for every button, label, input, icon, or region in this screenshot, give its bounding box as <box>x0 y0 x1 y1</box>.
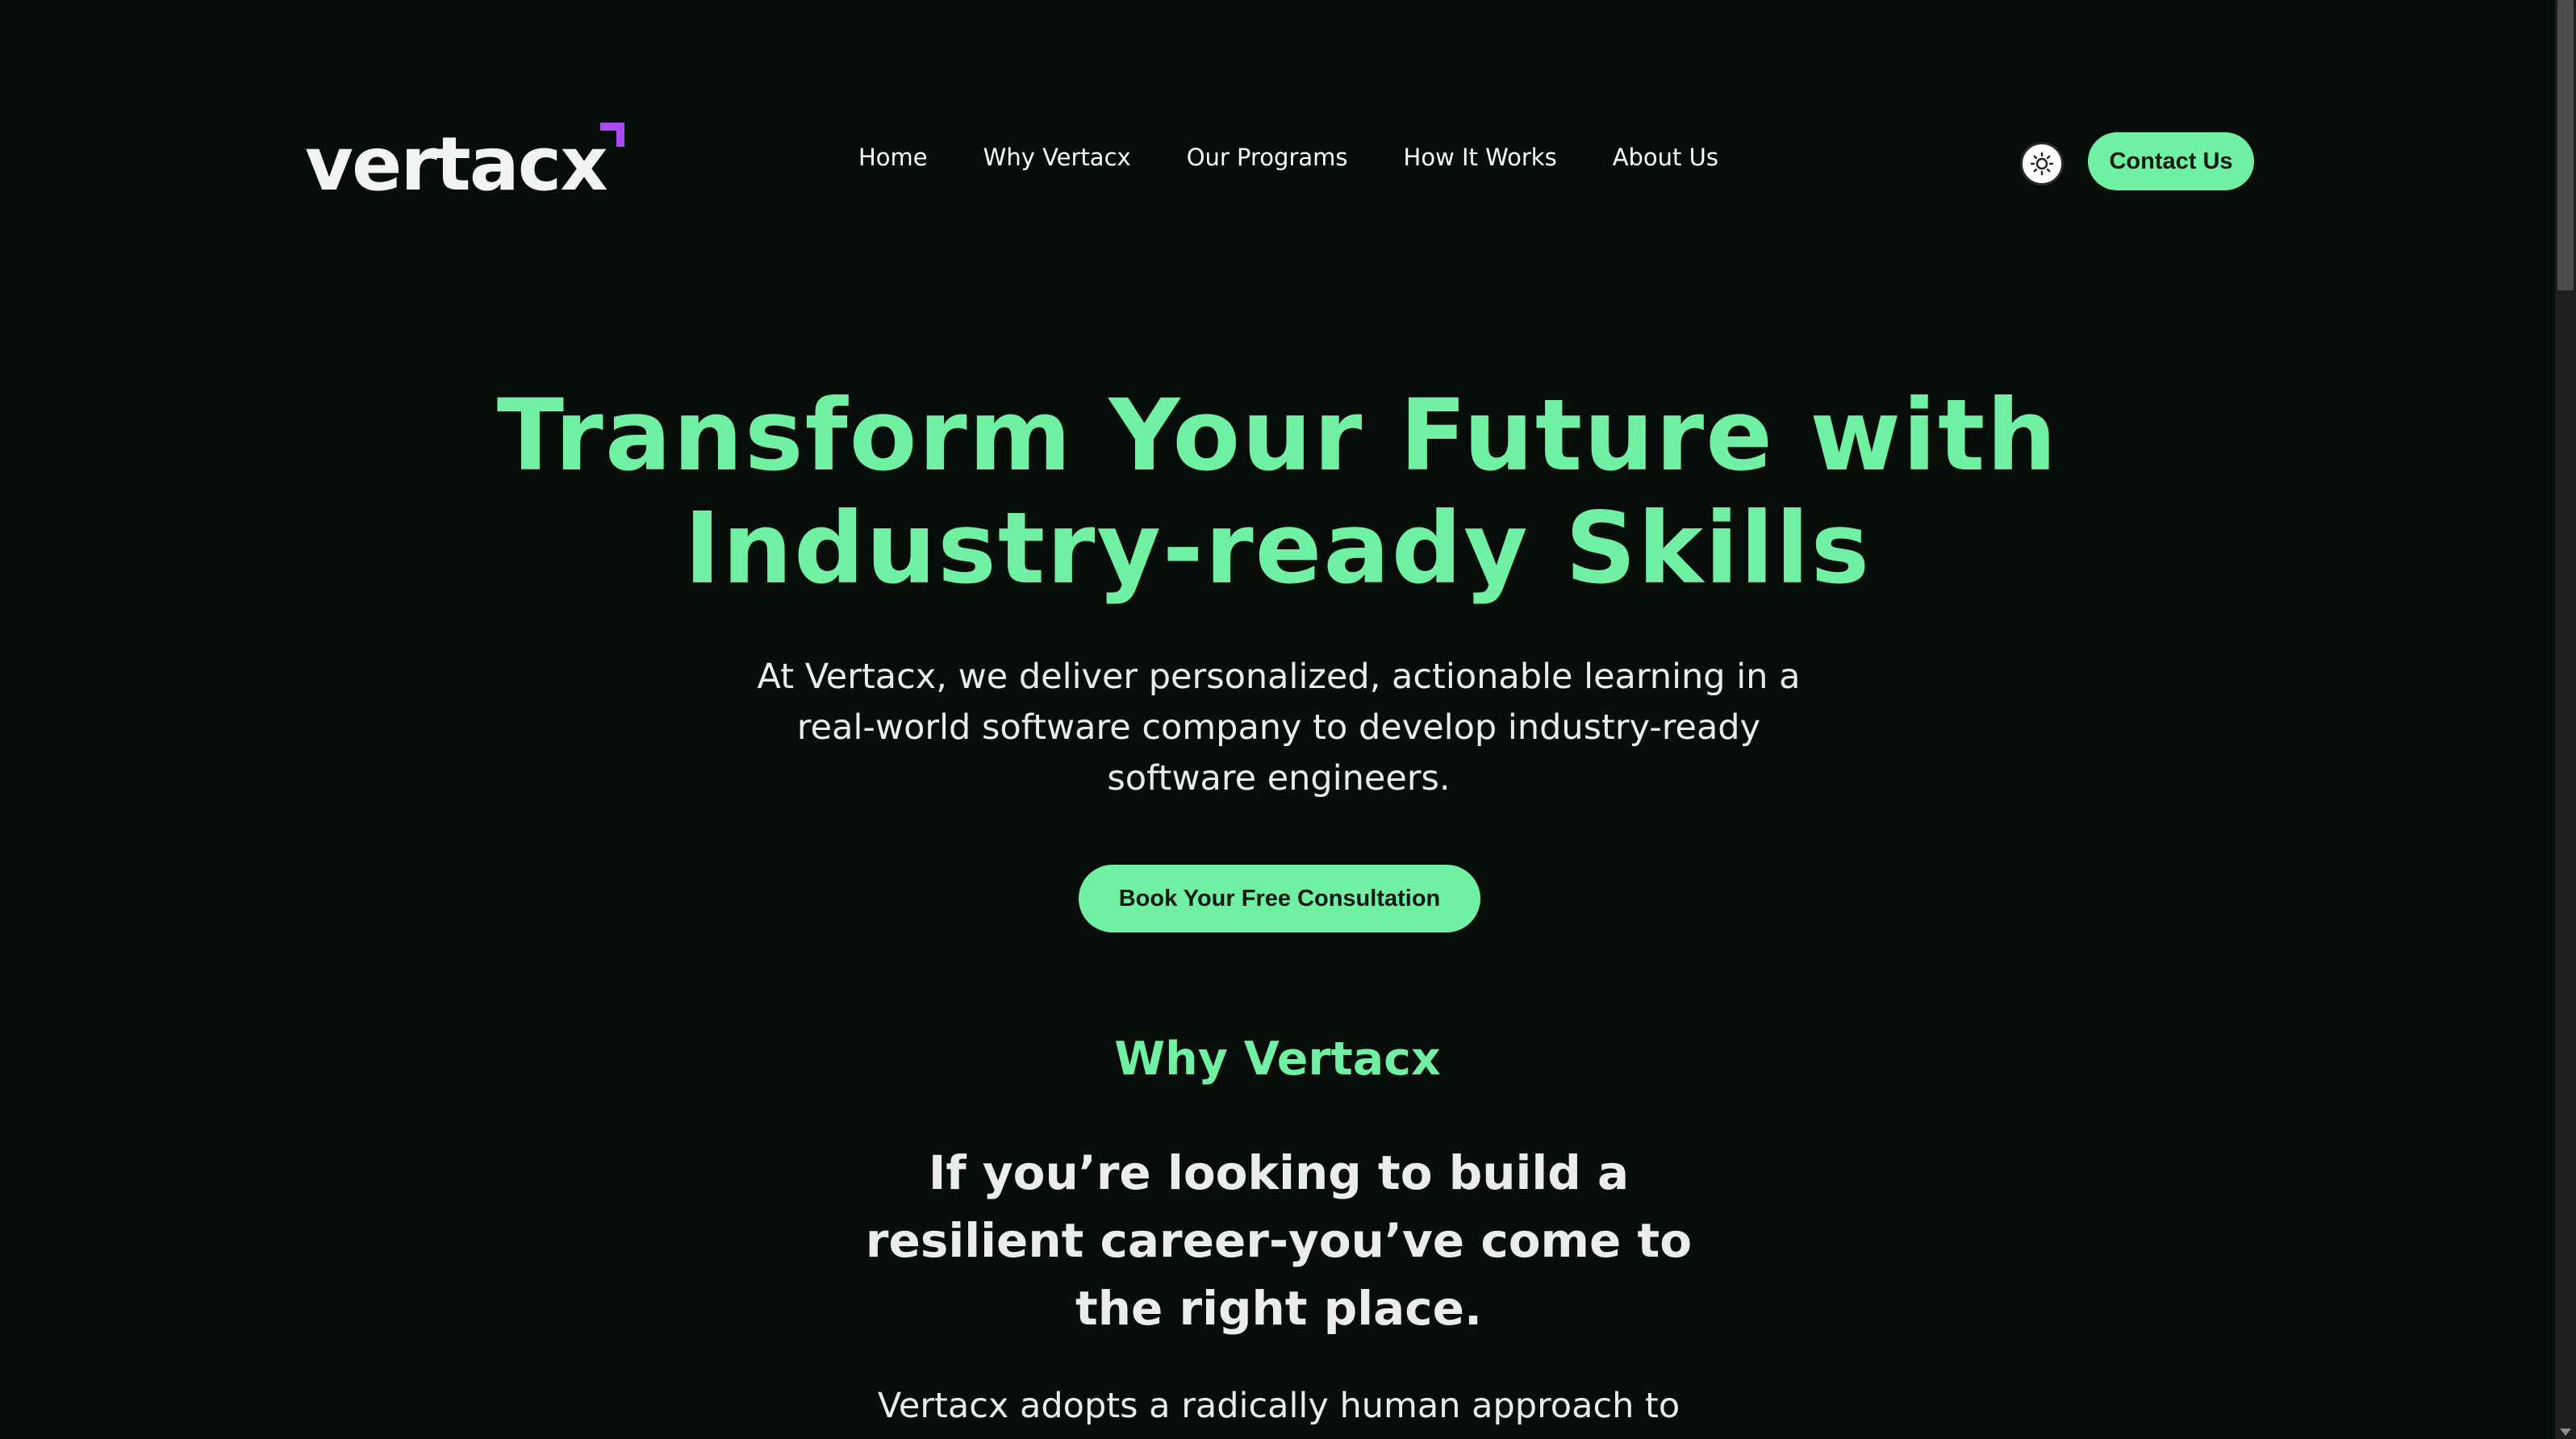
hero-title: Transform Your Future with Industry-read… <box>0 379 2555 605</box>
why-vertacx-heading: Why Vertacx <box>1114 1032 1441 1086</box>
page-scrollbar[interactable] <box>2555 0 2576 1439</box>
page: vertacx Home Why Vertacx Our Programs Ho… <box>0 0 2576 1439</box>
nav-our-programs[interactable]: Our Programs <box>1187 144 1348 171</box>
nav-how-it-works[interactable]: How It Works <box>1404 144 1557 171</box>
theme-toggle-button[interactable] <box>2020 142 2064 186</box>
why-body-text: Vertacx adopts a radically human approac… <box>877 1386 1680 1426</box>
scrollbar-thumb[interactable] <box>2557 0 2574 290</box>
logo-text: vertacx <box>305 121 608 207</box>
hero-subtitle: At Vertacx, we deliver personalized, act… <box>757 657 1801 799</box>
hero-title-line-2: Industry-ready Skills <box>683 491 1872 606</box>
hero-title-line-1: Transform Your Future with <box>496 378 2059 493</box>
contact-us-button[interactable]: Contact Us <box>2088 132 2254 190</box>
logo[interactable]: vertacx <box>305 113 624 207</box>
nav-about-us[interactable]: About Us <box>1613 144 1718 171</box>
why-lead-text: If you’re looking to build a resilient c… <box>865 1145 1693 1336</box>
book-consultation-button[interactable]: Book Your Free Consultation <box>1079 865 1480 932</box>
scroll-down-arrow-icon[interactable] <box>2560 1429 2571 1436</box>
nav-why-vertacx[interactable]: Why Vertacx <box>983 144 1131 171</box>
logo-mark-icon <box>599 123 624 147</box>
nav-home[interactable]: Home <box>858 144 928 171</box>
main-nav: Home Why Vertacx Our Programs How It Wor… <box>858 144 1718 171</box>
sun-icon <box>2030 152 2054 176</box>
